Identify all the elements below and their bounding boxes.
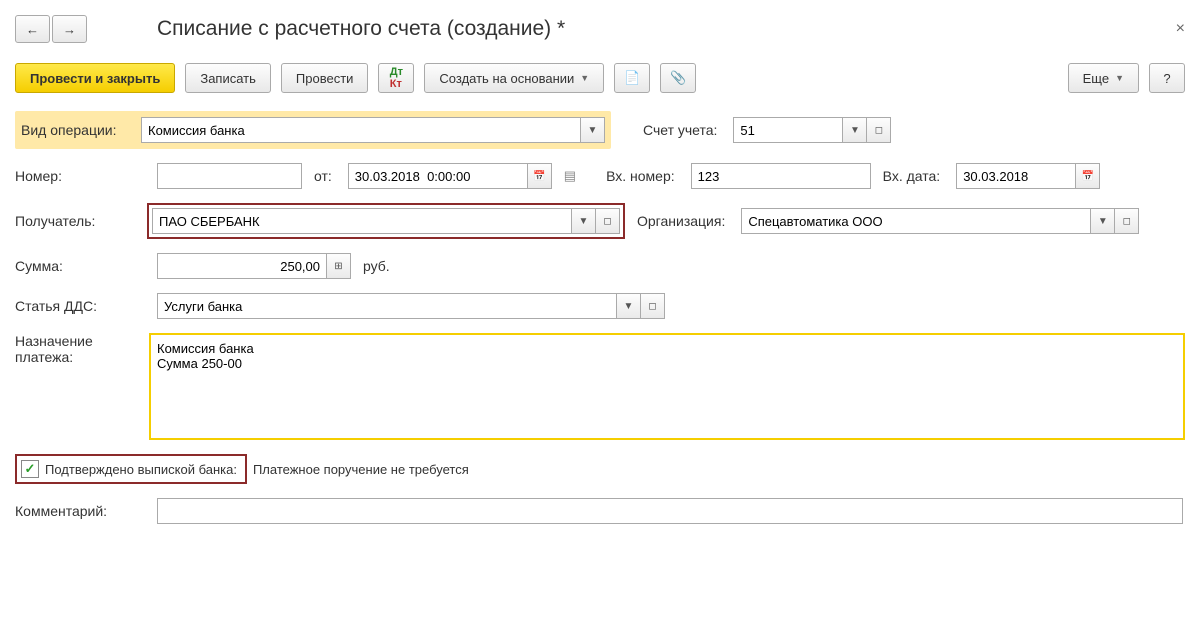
amount-input[interactable] — [157, 253, 327, 279]
doc-icon: ▤ — [564, 168, 576, 184]
arrow-left-icon: ← — [26, 22, 39, 37]
dds-open[interactable]: ◻ — [641, 293, 665, 319]
from-label: от: — [314, 168, 336, 184]
comment-label: Комментарий: — [15, 503, 135, 519]
chevron-down-icon: ▼ — [580, 73, 589, 83]
help-button[interactable]: ? — [1149, 63, 1185, 93]
amount-label: Сумма: — [15, 258, 135, 274]
in-number-input[interactable] — [691, 163, 871, 189]
organization-input[interactable] — [741, 208, 1091, 234]
account-input[interactable] — [733, 117, 843, 143]
date-calendar[interactable]: 📅 — [528, 163, 552, 189]
in-date-input[interactable] — [956, 163, 1076, 189]
confirmed-highlight: ✓ Подтверждено выпиской банка: — [15, 454, 247, 484]
clip-icon: 📎 — [670, 70, 686, 86]
organization-dropdown[interactable]: ▼ — [1091, 208, 1115, 234]
nav-back-button[interactable]: ← — [15, 15, 50, 43]
operation-type-input[interactable] — [141, 117, 581, 143]
chevron-down-icon: ▼ — [1115, 73, 1124, 83]
recipient-label: Получатель: — [15, 213, 135, 229]
attachment-button[interactable]: 📎 — [660, 63, 696, 93]
amount-calc[interactable]: ⊞ — [327, 253, 351, 279]
purpose-highlight — [149, 333, 1185, 440]
payment-order-text: Платежное поручение не требуется — [253, 462, 469, 477]
number-input[interactable] — [157, 163, 302, 189]
comment-input[interactable] — [157, 498, 1183, 524]
in-date-label: Вх. дата: — [883, 170, 945, 183]
dds-label: Статья ДДС: — [15, 298, 135, 314]
post-and-close-button[interactable]: Провести и закрыть — [15, 63, 175, 93]
dds-dropdown[interactable]: ▼ — [617, 293, 641, 319]
in-number-label: Вх. номер: — [606, 168, 679, 184]
operation-type-dropdown[interactable]: ▼ — [581, 117, 605, 143]
date-input[interactable] — [348, 163, 528, 189]
document-icon: 📄 — [624, 70, 640, 86]
save-button[interactable]: Записать — [185, 63, 271, 93]
close-button[interactable]: × — [1176, 20, 1185, 38]
number-label: Номер: — [15, 168, 135, 184]
page-title: Списание с расчетного счета (создание) * — [157, 17, 565, 41]
currency-label: руб. — [363, 258, 394, 274]
operation-type-label: Вид операции: — [21, 122, 141, 138]
create-based-button[interactable]: Создать на основании ▼ — [424, 63, 604, 93]
account-label: Счет учета: — [643, 122, 721, 138]
organization-open[interactable]: ◻ — [1115, 208, 1139, 234]
confirmed-label: Подтверждено выпиской банка: — [45, 462, 237, 477]
organization-label: Организация: — [637, 213, 729, 229]
purpose-input[interactable] — [151, 335, 1183, 435]
more-button[interactable]: Еще ▼ — [1068, 63, 1139, 93]
more-label: Еще — [1083, 71, 1109, 86]
arrow-right-icon: → — [63, 22, 76, 37]
report-button[interactable]: 📄 — [614, 63, 650, 93]
recipient-open[interactable]: ◻ — [596, 208, 620, 234]
recipient-input[interactable] — [152, 208, 572, 234]
account-dropdown[interactable]: ▼ — [843, 117, 867, 143]
post-button[interactable]: Провести — [281, 63, 369, 93]
purpose-label: Назначение платежа: — [15, 333, 127, 365]
confirmed-checkbox[interactable]: ✓ — [21, 460, 39, 478]
create-based-label: Создать на основании — [439, 71, 574, 86]
in-date-calendar[interactable]: 📅 — [1076, 163, 1100, 189]
dtkt-icon: ДтКт — [390, 66, 403, 90]
dds-input[interactable] — [157, 293, 617, 319]
recipient-dropdown[interactable]: ▼ — [572, 208, 596, 234]
operation-type-group: Вид операции: ▼ — [15, 111, 611, 149]
account-open[interactable]: ◻ — [867, 117, 891, 143]
dtkt-button[interactable]: ДтКт — [378, 63, 414, 93]
nav-forward-button[interactable]: → — [52, 15, 87, 43]
recipient-highlight: ▼ ◻ — [147, 203, 625, 239]
